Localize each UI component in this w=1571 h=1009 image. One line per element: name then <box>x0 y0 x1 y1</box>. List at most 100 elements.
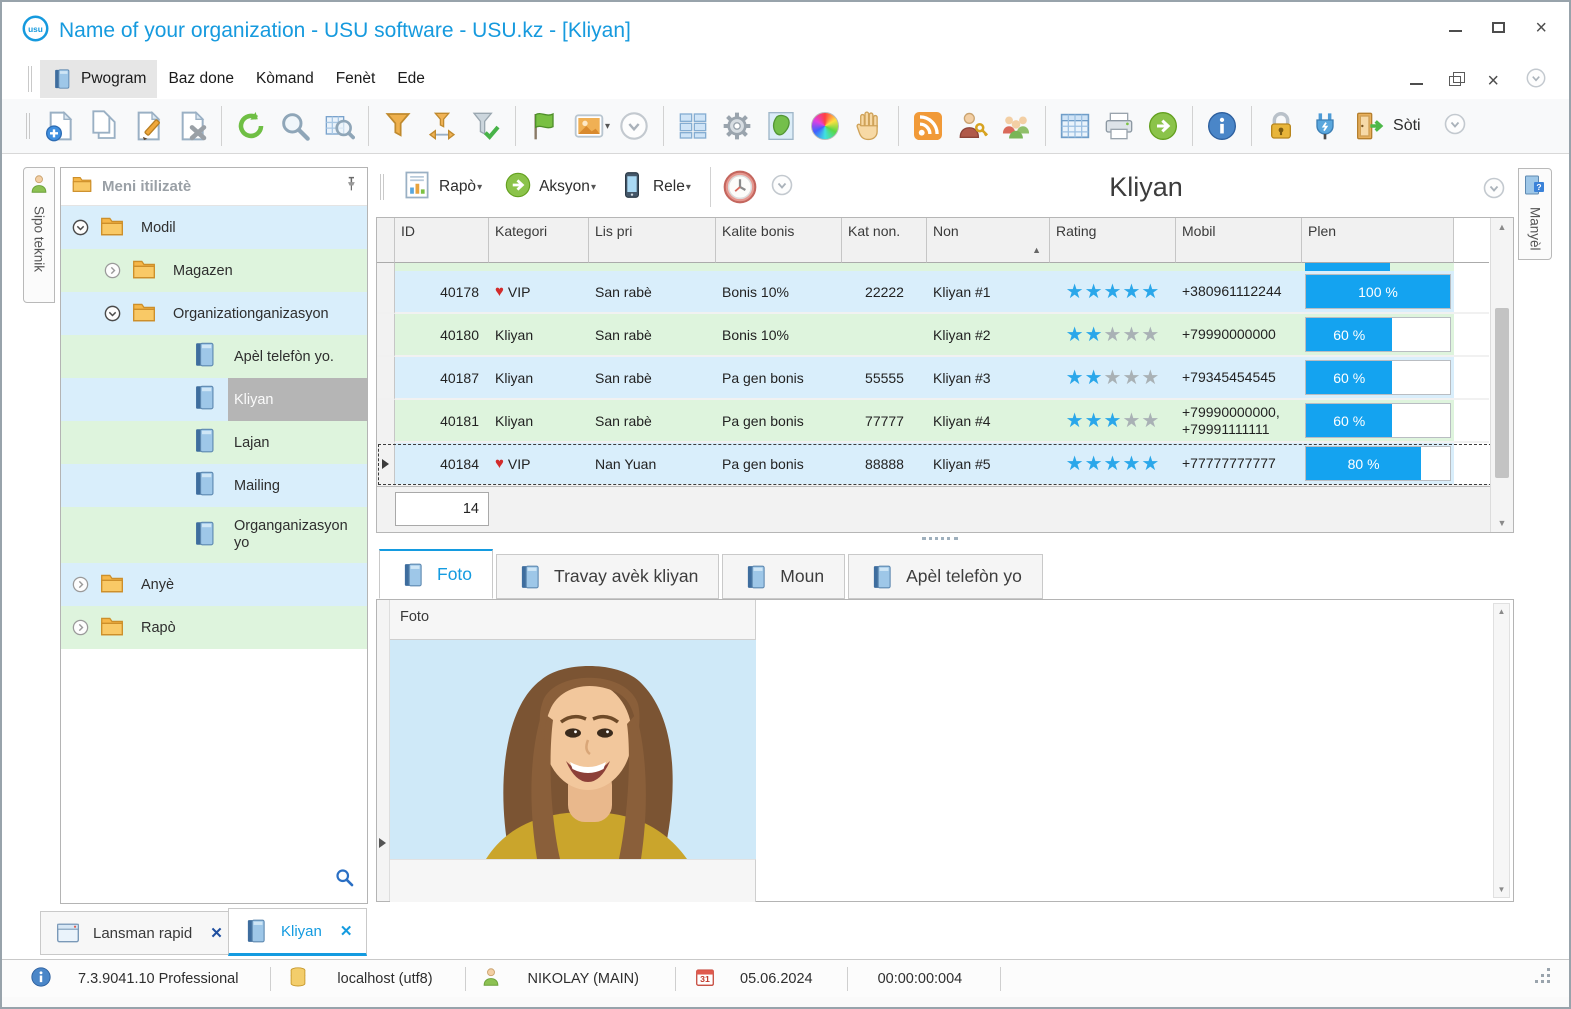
go-button[interactable] <box>1141 103 1185 149</box>
column-header-kat-non-[interactable]: Kat non. <box>842 218 927 263</box>
cell-rating[interactable]: ★★★★★ <box>1050 271 1176 314</box>
rating-stars[interactable]: ★★★★★ <box>1066 454 1161 474</box>
cell-lis-pri[interactable]: San rabè <box>589 271 716 314</box>
delete-button[interactable] <box>170 103 214 149</box>
tree-item-ap-l-telef-n-yo-[interactable]: Apèl telefòn yo. <box>61 335 367 378</box>
action-dropdown-button[interactable]: Aksyon ▾ <box>494 165 608 209</box>
detail-tab-foto[interactable]: Foto <box>379 549 494 599</box>
tree-item-label[interactable]: Rapò <box>135 617 184 639</box>
foto-scrollbar[interactable]: ▲ ▼ <box>1493 603 1510 898</box>
print-button[interactable] <box>1097 103 1141 149</box>
tree-item-modil[interactable]: Modil <box>61 206 367 249</box>
cell-plen[interactable]: 100 % <box>1302 271 1454 314</box>
tree-item-label[interactable]: Anyè <box>135 574 182 596</box>
cell-kalite-bonis[interactable]: Bonis 10% <box>716 314 842 357</box>
mdi-chevron-icon[interactable] <box>1525 67 1547 94</box>
cell-rating[interactable]: ★★★★★ <box>1050 314 1176 357</box>
resize-grip[interactable] <box>1535 968 1551 988</box>
grid-row-40187[interactable]: 40187 Kliyan San rabè Pa gen bonis 55555 Kliy… <box>377 357 1513 400</box>
tree-item-organganizasyon-yo[interactable]: Organganizasyon yo <box>61 507 367 563</box>
cell-kategori[interactable]: Kliyan <box>489 314 589 357</box>
cell-id[interactable]: 40178 <box>395 271 489 314</box>
tree-item-mailing[interactable]: Mailing <box>61 464 367 507</box>
report-dropdown-button[interactable]: Rapò ▾ <box>392 165 494 209</box>
tree-item-label[interactable]: Kliyan <box>228 378 367 421</box>
support-tab[interactable]: Sipo teknik <box>23 167 55 303</box>
users-button[interactable] <box>994 103 1038 149</box>
client-photo[interactable] <box>390 640 756 859</box>
plug-button[interactable] <box>1303 103 1347 149</box>
cell-non[interactable]: Kliyan #1 <box>927 271 1050 314</box>
rating-stars[interactable]: ★★★★★ <box>1066 368 1161 388</box>
edit-button[interactable] <box>126 103 170 149</box>
table-button[interactable] <box>1053 103 1097 149</box>
tree-item-label[interactable]: Organganizasyon yo <box>228 515 358 556</box>
window-tab-close-icon[interactable]: ✕ <box>340 922 353 940</box>
copy-button[interactable] <box>82 103 126 149</box>
cell-non[interactable]: Kliyan #4 <box>927 400 1050 443</box>
cell-non[interactable]: Kliyan #3 <box>927 357 1050 400</box>
search-button[interactable] <box>273 103 317 149</box>
tree-item-rap-[interactable]: Rapò <box>61 606 367 649</box>
mdi-restore-button[interactable] <box>1449 71 1466 86</box>
maximize-button[interactable] <box>1492 22 1506 33</box>
grid-row-40178[interactable]: 40178 ♥ VIP San rabè Bonis 10% 22222 Kliyan #1… <box>377 271 1513 314</box>
expand-open-icon[interactable] <box>103 304 122 323</box>
cell-mobil[interactable]: +380961112244 <box>1176 271 1302 314</box>
user-key-button[interactable] <box>950 103 994 149</box>
tree-item-kliyan[interactable]: Kliyan <box>61 378 367 421</box>
expand-closed-icon[interactable] <box>71 618 90 637</box>
column-header-mobil[interactable]: Mobil <box>1176 218 1302 263</box>
cell-rating[interactable]: ★★★★★ <box>1050 357 1176 400</box>
cell-non[interactable]: Kliyan #5 <box>927 443 1050 486</box>
cell-kalite-bonis[interactable]: Pa gen bonis <box>716 357 842 400</box>
tiles-button[interactable] <box>671 103 715 149</box>
detail-tab-moun[interactable]: Moun <box>722 554 846 599</box>
cell-kategori[interactable]: Kliyan <box>489 357 589 400</box>
expand-closed-icon[interactable] <box>71 575 90 594</box>
manual-tab[interactable]: ? Manyèl <box>1518 168 1552 260</box>
filter-button[interactable] <box>376 103 420 149</box>
tree-item-label[interactable]: Magazen <box>167 260 241 282</box>
menu-baz-done[interactable]: Baz done <box>157 60 245 98</box>
tree-item-label[interactable]: Apèl telefòn yo. <box>228 346 342 368</box>
cell-plen[interactable]: 60 % <box>1302 314 1454 357</box>
grid-row-40180[interactable]: 40180 Kliyan San rabè Bonis 10% Kliyan #2 ★★★… <box>377 314 1513 357</box>
cell-plen[interactable]: 60 % <box>1302 357 1454 400</box>
cell-kat-non[interactable]: 88888 <box>842 443 927 486</box>
column-header-rating[interactable]: Rating <box>1050 218 1176 263</box>
tree-item-label[interactable]: Modil <box>135 217 184 239</box>
menu-pwogram[interactable]: Pwogram <box>40 60 158 98</box>
grid-row-40184[interactable]: 40184 ♥ VIP Nan Yuan Pa gen bonis 88888 Kliyan… <box>377 443 1513 486</box>
close-button[interactable]: × <box>1535 18 1547 38</box>
column-header-kategori[interactable]: Kategori <box>489 218 589 263</box>
menu-kòmand[interactable]: Kòmand <box>245 60 325 98</box>
colors-button[interactable] <box>803 103 847 149</box>
splitter-handle[interactable] <box>922 537 958 540</box>
cell-mobil[interactable]: +79345454545 <box>1176 357 1302 400</box>
window-tab-lansman-rapid[interactable]: Lansman rapid ✕ <box>40 911 238 955</box>
cell-kategori[interactable]: ♥ VIP <box>489 271 589 314</box>
cell-non[interactable]: Kliyan #2 <box>927 314 1050 357</box>
tree-item-lajan[interactable]: Lajan <box>61 421 367 464</box>
tree-item-label[interactable]: Organizationganizasyon <box>167 303 337 325</box>
sidebar-search-icon[interactable] <box>334 867 355 893</box>
cell-kat-non[interactable]: 22222 <box>842 271 927 314</box>
rating-stars[interactable]: ★★★★★ <box>1066 411 1161 431</box>
cell-id[interactable]: 40180 <box>395 314 489 357</box>
grid-vertical-scrollbar[interactable]: ▲ ▼ <box>1490 218 1513 532</box>
exit-button-label[interactable]: Sòti <box>1393 117 1421 135</box>
column-header-non[interactable]: Non ▲ <box>927 218 1050 263</box>
cell-kat-non[interactable] <box>842 314 927 357</box>
scheduler-clock-button[interactable] <box>718 164 762 210</box>
rating-stars[interactable]: ★★★★★ <box>1066 282 1161 302</box>
tree-item-magazen[interactable]: Magazen <box>61 249 367 292</box>
detail-tab-ap-l-telef-n-yo[interactable]: Apèl telefòn yo <box>848 554 1043 599</box>
expand-closed-icon[interactable] <box>103 261 122 280</box>
expand-open-icon[interactable] <box>71 218 90 237</box>
tree-item-organizationganizasyon[interactable]: Organizationganizasyon <box>61 292 367 335</box>
menu-ede[interactable]: Ede <box>386 60 436 98</box>
lock-button[interactable] <box>1259 103 1303 149</box>
exit-icon[interactable] <box>1347 103 1391 149</box>
grid-row-40181[interactable]: 40181 Kliyan San rabè Pa gen bonis 77777 Kliy… <box>377 400 1513 443</box>
